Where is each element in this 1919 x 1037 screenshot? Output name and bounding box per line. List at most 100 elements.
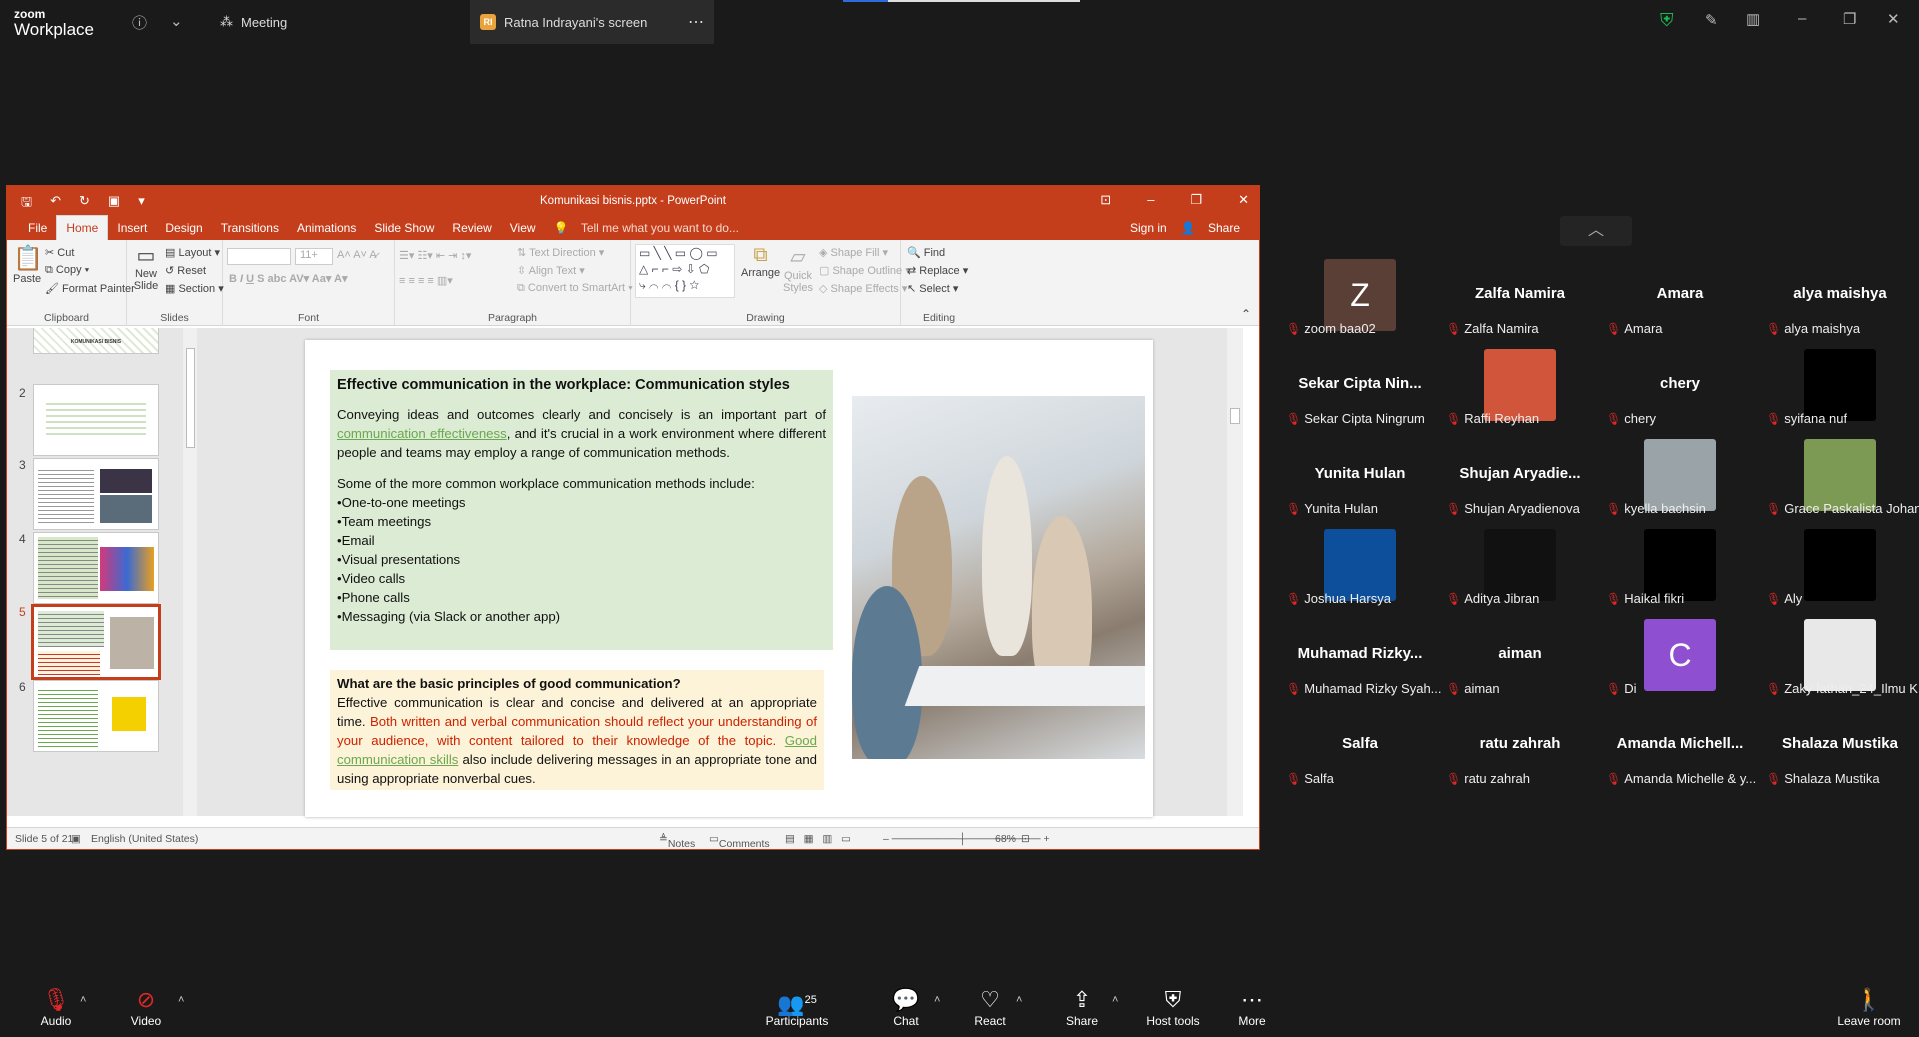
section-button[interactable]: ▦ Section ▾: [165, 282, 224, 295]
more-options-icon[interactable]: ⋯: [688, 12, 704, 32]
tab-meeting[interactable]: ⁂ Meeting: [210, 0, 470, 44]
tab-slide-show[interactable]: Slide Show: [365, 221, 443, 240]
share-button[interactable]: 👤 Share: [1181, 221, 1249, 235]
info-icon[interactable]: ⓘ: [132, 12, 147, 33]
participant-tile[interactable]: 🎙 Joshua Harsya: [1280, 527, 1440, 617]
language-status[interactable]: English (United States): [91, 833, 198, 845]
office-team-photo[interactable]: [852, 396, 1145, 759]
participant-tile[interactable]: 🎙 Grace Paskalista Johan: [1760, 437, 1919, 527]
text-direction-button[interactable]: ⇅ Text Direction ▾: [517, 246, 604, 259]
thumbs-scroll-thumb[interactable]: [186, 348, 195, 448]
layout-button[interactable]: ▤ Layout ▾: [165, 246, 220, 259]
find-button[interactable]: 🔍 Find: [907, 246, 945, 259]
methods-textbox[interactable]: Effective communication in the workplace…: [330, 370, 833, 650]
view-buttons[interactable]: ▤ ▦ ▥ ▭: [785, 833, 851, 845]
participant-tile[interactable]: Sekar Cipta Nin... 🎙 Sekar Cipta Ningrum: [1280, 347, 1440, 437]
slide-thumb-6[interactable]: [33, 680, 159, 752]
participant-tile[interactable]: alya maishya 🎙 alya maishya: [1760, 257, 1919, 347]
tab-file[interactable]: File: [19, 221, 56, 240]
more-button[interactable]: ⋯ More: [1234, 986, 1270, 1028]
close-icon[interactable]: ✕: [1887, 10, 1900, 28]
slide-thumb-3[interactable]: [33, 458, 159, 530]
participant-tile[interactable]: Yunita Hulan 🎙 Yunita Hulan: [1280, 437, 1440, 527]
shield-icon[interactable]: ⛨: [1660, 10, 1674, 31]
redo-icon[interactable]: ↻: [79, 193, 90, 215]
participant-tile[interactable]: chery 🎙 chery: [1600, 347, 1760, 437]
current-slide[interactable]: Effective communication in the workplace…: [305, 340, 1153, 817]
align-text-button[interactable]: ⇳ Align Text ▾: [517, 264, 585, 277]
slide-thumb-4[interactable]: [33, 532, 159, 604]
participant-tile[interactable]: 🎙 Raffi Reyhan: [1440, 347, 1600, 437]
participant-tile[interactable]: Amanda Michell... 🎙 Amanda Michelle & y...: [1600, 707, 1760, 797]
participant-tile[interactable]: Amara 🎙 Amara: [1600, 257, 1760, 347]
tab-insert[interactable]: Insert: [108, 221, 156, 240]
quick-styles-button[interactable]: ▱ Quick Styles: [781, 244, 815, 294]
ppt-maximize-icon[interactable]: ❐: [1190, 192, 1202, 208]
notes-button[interactable]: ≜ Notes: [659, 833, 695, 850]
annotate-icon[interactable]: ✎: [1705, 11, 1718, 29]
comments-button[interactable]: ▭ Comments: [709, 833, 770, 850]
participant-tile[interactable]: Zalfa Namira 🎙 Zalfa Namira: [1440, 257, 1600, 347]
thumbs-scrollbar[interactable]: [183, 328, 197, 816]
tab-transitions[interactable]: Transitions: [212, 221, 288, 240]
format-painter-button[interactable]: 🖌 Format Painter: [45, 282, 135, 295]
participant-tile[interactable]: 🎙 syifana nuf: [1760, 347, 1919, 437]
replace-button[interactable]: ⇄ Replace ▾: [907, 264, 968, 277]
communication-effectiveness-link[interactable]: communication effectiveness: [337, 426, 507, 441]
principles-textbox[interactable]: What are the basic principles of good co…: [330, 670, 824, 790]
customize-icon[interactable]: ▾: [138, 193, 145, 215]
shapes-gallery[interactable]: ▭ ╲ ╲ ▭ ◯ ▭ △ ⌐ ⌐ ⇨ ⇩ ⬠ ⤷ ⌒ ⌒ { } ☆: [635, 244, 735, 298]
tab-review[interactable]: Review: [443, 221, 500, 240]
select-button[interactable]: ↖ Select ▾: [907, 282, 958, 295]
participants-button[interactable]: 👥25 Participants: [760, 986, 834, 1028]
arrange-button[interactable]: ⧉ Arrange: [741, 244, 780, 279]
participant-tile[interactable]: aiman 🎙 aiman: [1440, 617, 1600, 707]
layout-icon[interactable]: ▥: [1746, 10, 1760, 28]
tab-shared-screen[interactable]: RI Ratna Indrayani's screen ⋯: [470, 0, 714, 44]
reset-button[interactable]: ↺ Reset: [165, 264, 206, 277]
new-slide-button[interactable]: ▭ New Slide: [131, 244, 161, 292]
react-options-icon[interactable]: ˄: [1016, 994, 1022, 1006]
participant-tile[interactable]: 🎙 Haikal fikri: [1600, 527, 1760, 617]
zoom-level[interactable]: 68%: [995, 833, 1016, 845]
video-button[interactable]: ⊘ Video: [126, 986, 166, 1028]
editor-scroll-thumb[interactable]: [1230, 408, 1240, 424]
convert-smartart-button[interactable]: ⧉ Convert to SmartArt ▾: [517, 282, 633, 295]
slide-thumb-1[interactable]: KOMUNIKASI BISNIS: [33, 328, 159, 354]
undo-icon[interactable]: ↶: [50, 193, 61, 215]
fit-slide-icon[interactable]: ⊡: [1021, 833, 1030, 845]
participant-tile[interactable]: ratu zahrah 🎙 ratu zahrah: [1440, 707, 1600, 797]
share-options-icon[interactable]: ˄: [1112, 994, 1118, 1006]
participant-tile[interactable]: C 🎙 Di: [1600, 617, 1760, 707]
audio-options-icon[interactable]: ˄: [80, 994, 86, 1006]
copy-button[interactable]: ⧉ Copy ▾: [45, 264, 89, 277]
restore-icon[interactable]: ❐: [1843, 10, 1856, 28]
shape-fill-button[interactable]: ◈ Shape Fill ▾: [819, 246, 888, 259]
chat-options-icon[interactable]: ˄: [934, 994, 940, 1006]
tab-view[interactable]: View: [501, 221, 545, 240]
chevron-down-icon[interactable]: ⌄: [170, 12, 183, 30]
leave-room-button[interactable]: 🚶 Leave room: [1836, 986, 1902, 1028]
chat-button[interactable]: 💬 Chat: [888, 986, 924, 1028]
tab-animations[interactable]: Animations: [288, 221, 365, 240]
save-icon[interactable]: 🖫: [21, 193, 32, 215]
shape-effects-button[interactable]: ◇ Shape Effects ▾: [819, 282, 907, 295]
gallery-scroll-up-icon[interactable]: ︿: [1560, 216, 1632, 246]
tab-home[interactable]: Home: [56, 215, 109, 240]
sign-in-link[interactable]: Sign in: [1130, 221, 1167, 235]
video-options-icon[interactable]: ˄: [178, 994, 184, 1006]
participant-tile[interactable]: 🎙 Aly: [1760, 527, 1919, 617]
cut-button[interactable]: ✂ Cut: [45, 246, 74, 259]
slide-thumb-2[interactable]: [33, 384, 159, 456]
participant-tile[interactable]: Z 🎙 zoom baa02: [1280, 257, 1440, 347]
participant-tile[interactable]: 🎙 Aditya Jibran: [1440, 527, 1600, 617]
share-screen-button[interactable]: ⇪ Share: [1064, 986, 1100, 1028]
tab-design[interactable]: Design: [156, 221, 211, 240]
participant-tile[interactable]: Muhamad Rizky... 🎙 Muhamad Rizky Syah...: [1280, 617, 1442, 707]
font-name-input[interactable]: [227, 248, 291, 265]
spellcheck-icon[interactable]: ▣: [71, 833, 81, 845]
present-icon[interactable]: ▣: [108, 193, 120, 215]
tell-me-input[interactable]: 💡 Tell me what you want to do...: [545, 221, 757, 240]
paste-button[interactable]: 📋 Paste: [13, 244, 43, 285]
participant-tile[interactable]: 🎙 kyella bachsin: [1600, 437, 1760, 527]
